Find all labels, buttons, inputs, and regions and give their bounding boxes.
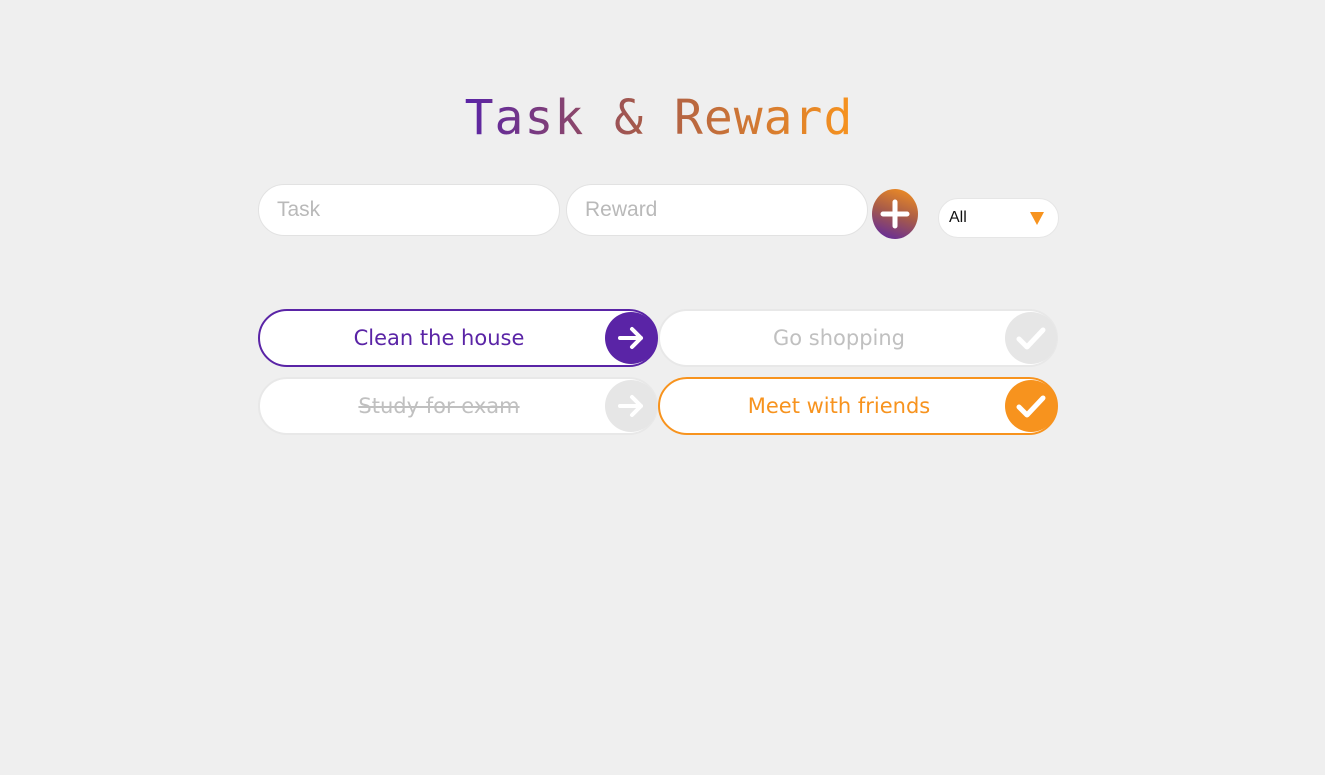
add-task-button[interactable] [872, 189, 918, 239]
task-label: Study for exam [358, 394, 520, 418]
task-item: Meet with friends [658, 377, 1058, 435]
page-title: Task & Reward [0, 88, 1318, 148]
reward-input[interactable] [566, 184, 868, 236]
filter-select[interactable]: All [938, 198, 1059, 238]
task-complete-button[interactable] [1005, 380, 1057, 432]
task-label: Clean the house [353, 326, 525, 350]
check-icon [1016, 327, 1046, 350]
filter-selected-value: All [949, 209, 967, 226]
task-label: Meet with friends [747, 394, 931, 418]
task-list: Clean the house Go shopping Study for ex… [258, 309, 1058, 439]
check-icon [1016, 395, 1046, 418]
task-item: Clean the house [258, 309, 658, 367]
task-advance-button[interactable] [605, 312, 657, 364]
plus-icon [880, 199, 910, 229]
arrow-right-icon [618, 395, 643, 417]
task-input[interactable] [258, 184, 560, 236]
triangle-down-icon [1030, 212, 1044, 225]
task-item: Study for exam [258, 377, 658, 435]
task-complete-button[interactable] [1005, 312, 1057, 364]
page-title-text: Task & Reward [464, 90, 854, 146]
task-advance-button[interactable] [605, 380, 657, 432]
arrow-right-icon [618, 327, 643, 349]
task-item: Go shopping [658, 309, 1058, 367]
task-label: Go shopping [772, 326, 906, 350]
